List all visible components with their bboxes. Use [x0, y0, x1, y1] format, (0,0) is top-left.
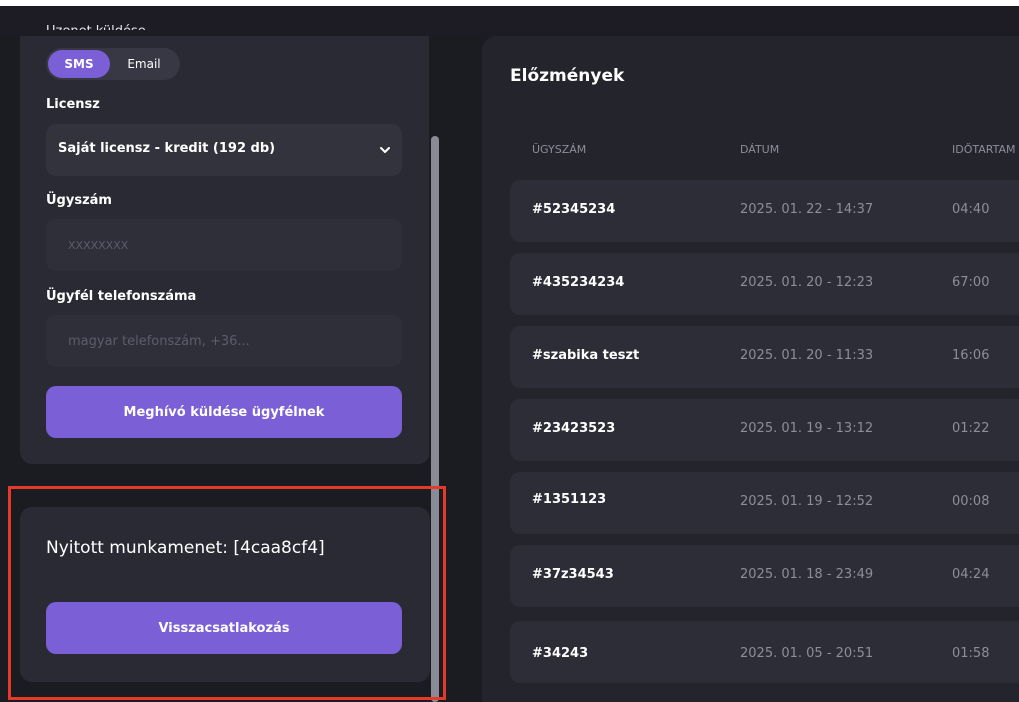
- row-case-id: #52345234: [532, 202, 616, 217]
- column-header-date: DÁTUM: [740, 143, 780, 156]
- highlight-box: [8, 486, 446, 700]
- send-invite-button[interactable]: Meghívó küldése ügyfélnek: [46, 386, 402, 438]
- top-strip: [0, 6, 1019, 36]
- sms-option[interactable]: SMS: [48, 50, 110, 78]
- email-option[interactable]: Email: [112, 50, 176, 78]
- history-row[interactable]: #34243 2025. 01. 05 - 20:51 01:58: [510, 621, 1019, 683]
- row-date: 2025. 01. 22 - 14:37: [740, 202, 874, 217]
- license-select-value: Saját licensz - kredit (192 db): [58, 141, 276, 156]
- chevron-down-icon: [380, 147, 390, 153]
- history-row[interactable]: #szabika teszt 2025. 01. 20 - 11:33 16:0…: [510, 326, 1019, 388]
- row-date: 2025. 01. 05 - 20:51: [740, 646, 874, 661]
- history-row[interactable]: #1351123 2025. 01. 19 - 12:52 00:08: [510, 472, 1019, 534]
- phone-input[interactable]: [46, 315, 402, 367]
- history-row[interactable]: #37z34543 2025. 01. 18 - 23:49 04:24: [510, 545, 1019, 607]
- phone-label: Ügyfél telefonszáma: [46, 289, 197, 304]
- row-case-id: #34243: [532, 646, 589, 661]
- history-panel: Előzmények ÜGYSZÁM DÁTUM IDŐTARTAM #5234…: [482, 36, 1019, 702]
- row-date: 2025. 01. 20 - 11:33: [740, 348, 874, 363]
- row-duration: 01:58: [952, 646, 990, 661]
- row-date: 2025. 01. 18 - 23:49: [740, 567, 874, 582]
- row-case-id: #37z34543: [532, 567, 614, 582]
- history-title: Előzmények: [510, 66, 625, 86]
- row-duration: 04:40: [952, 202, 990, 217]
- row-date: 2025. 01. 20 - 12:23: [740, 275, 874, 290]
- row-duration: 16:06: [952, 348, 990, 363]
- history-row[interactable]: #23423523 2025. 01. 19 - 13:12 01:22: [510, 399, 1019, 461]
- channel-toggle: SMS Email: [46, 48, 180, 80]
- history-row[interactable]: #435234234 2025. 01. 20 - 12:23 67:00: [510, 253, 1019, 315]
- license-label: Licensz: [46, 97, 100, 112]
- row-duration: 67:00: [952, 275, 990, 290]
- row-date: 2025. 01. 19 - 13:12: [740, 421, 874, 436]
- license-select[interactable]: Saját licensz - kredit (192 db): [46, 124, 402, 176]
- case-number-input[interactable]: [46, 219, 402, 271]
- column-header-duration: IDŐTARTAM: [952, 143, 1016, 156]
- row-case-id: #1351123: [532, 492, 607, 507]
- column-header-case: ÜGYSZÁM: [532, 143, 587, 156]
- row-duration: 04:24: [952, 567, 990, 582]
- history-row[interactable]: #52345234 2025. 01. 22 - 14:37 04:40: [510, 180, 1019, 242]
- row-case-id: #szabika teszt: [532, 348, 640, 363]
- row-case-id: #435234234: [532, 275, 625, 290]
- case-number-label: Ügyszám: [46, 193, 112, 208]
- row-case-id: #23423523: [532, 421, 616, 436]
- app-window: Üzenet küldése SMS Email Licensz Saját l…: [0, 0, 1019, 702]
- row-duration: 01:22: [952, 421, 990, 436]
- row-duration: 00:08: [952, 494, 990, 509]
- row-date: 2025. 01. 19 - 12:52: [740, 494, 874, 509]
